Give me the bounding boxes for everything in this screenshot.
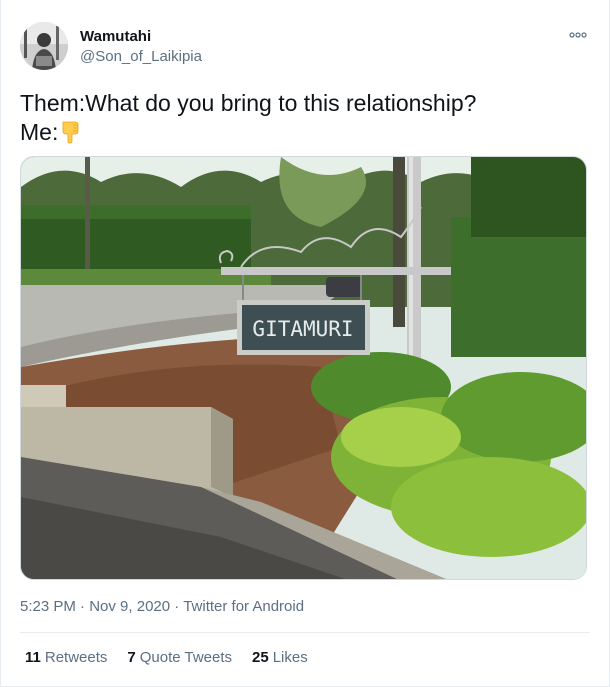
quote-tweets-stat[interactable]: 7 Quote Tweets (127, 649, 232, 666)
tweet-card: Wamutahi @Son_of_Laikipia Them:What do y… (0, 0, 610, 687)
tweet-text-me: Me: (20, 119, 59, 145)
tweet-time[interactable]: 5:23 PM (20, 598, 76, 615)
meta-separator: · (80, 598, 86, 615)
likes-stat[interactable]: 25 Likes (252, 649, 308, 666)
tweet-text: Them:What do you bring to this relations… (20, 89, 590, 151)
avatar-photo (20, 22, 68, 70)
pointing-down-hand-icon (60, 120, 82, 151)
gitamuri-sign-text: GITAMURI (252, 317, 353, 341)
tweet-text-line-2: Me: (20, 118, 590, 151)
engagement-stats: 11 Retweets 7 Quote Tweets 25 Likes (25, 649, 308, 666)
retweets-count: 11 (25, 649, 41, 666)
tweet-date[interactable]: Nov 9, 2020 (89, 598, 170, 615)
tweet-photo[interactable]: GITAMURI (20, 156, 587, 580)
quote-tweets-count: 7 (127, 649, 136, 666)
quote-tweets-label: Quote Tweets (139, 649, 233, 666)
avatar[interactable] (20, 22, 68, 70)
retweets-label: Retweets (44, 649, 108, 666)
user-handle[interactable]: @Son_of_Laikipia (80, 48, 202, 65)
tweet-text-line-1: Them:What do you bring to this relations… (20, 90, 477, 116)
tweet-source[interactable]: Twitter for Android (183, 598, 304, 615)
more-options-icon[interactable] (568, 28, 588, 42)
meta-separator: · (174, 598, 180, 615)
likes-count: 25 (252, 649, 269, 666)
display-name[interactable]: Wamutahi (80, 28, 151, 45)
likes-label: Likes (272, 649, 308, 666)
retweets-stat[interactable]: 11 Retweets (25, 649, 107, 666)
tweet-meta: 5:23 PM · Nov 9, 2020 · Twitter for Andr… (20, 598, 304, 615)
divider (20, 632, 590, 633)
